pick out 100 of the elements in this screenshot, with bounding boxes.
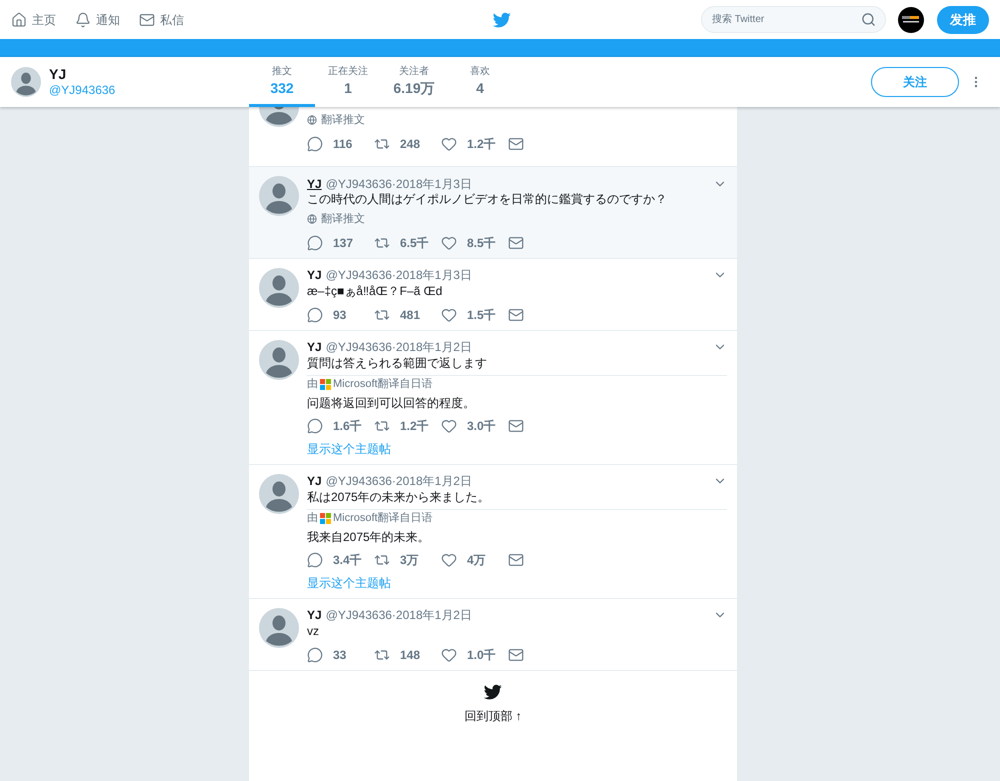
tweet-text: この時代の人間はゲイポルノビデオを日常的に鑑賞するのですか？ [307,191,668,208]
nav-link[interactable]: 通知 [75,10,120,28]
translated-text: 问题将返回到可以回答的程度。 [307,394,476,410]
action-count: 3.0千 [467,418,496,434]
message-icon[interactable] [508,306,524,322]
action-count: 1.5千 [467,306,496,324]
windows-logo-icon [320,378,331,390]
tweet-date[interactable]: ·2018年1月3日 [392,174,472,192]
like-icon[interactable] [441,306,457,322]
translated-text: 我来自2075年的未来。 [307,528,431,544]
message-icon[interactable] [508,552,524,568]
profile-name[interactable]: YJ [49,66,116,82]
globe-icon [307,115,317,126]
home-icon [11,12,27,28]
tweet-date[interactable]: ·2018年1月2日 [392,472,472,490]
compose-button[interactable]: 发推 [937,6,989,34]
bell-icon [75,12,91,28]
message-icon[interactable] [508,136,524,152]
show-thread-link[interactable]: 显示这个主题帖 [307,440,727,456]
tweet-date[interactable]: ·2018年1月2日 [392,338,472,356]
avatar-icon [259,474,299,514]
action-count: 116 [333,136,352,152]
action-count: 3万 [400,552,419,568]
nav-link[interactable]: 主页 [11,10,56,28]
like-icon[interactable] [441,646,457,662]
like-icon[interactable] [441,418,457,434]
nav-link[interactable]: 私信 [139,10,184,28]
mail-icon [139,12,155,28]
profile-avatar-icon[interactable] [898,6,924,32]
tweet-card[interactable]: YJ @YJ943636·2018年1月2日 質問は答えられる範囲で返します 由 Microsoft翻译自日语 问题将返回到可以回答的程度。 1.6千 1.2千 3.0千 显示这个主题帖 [249,330,737,464]
tweet-handle: @YJ943636 [326,473,392,490]
tweet-handle: @YJ943636 [326,339,392,356]
tweet-card[interactable]: YJ @YJ943636·2018年1月3日 この時代の人間はゲイポルノビデオを日常的に鑑賞するのですか？ 翻译推文 137 6.5千 8.5千 [249,167,737,258]
action-count: 1.0千 [467,646,496,664]
action-count: 3.4千 [333,552,362,568]
globe-icon [307,214,317,224]
action-count: 8.5千 [467,234,496,252]
search-field[interactable]: 搜索 Twitter [701,6,886,33]
profile-stat-tab[interactable]: 喜欢 4 [447,57,513,107]
action-count: 4万 [467,552,486,568]
action-count: 481 [400,306,420,324]
back-to-top-link[interactable]: 回到顶部 ↑ [464,706,522,724]
action-count: 1.2千 [467,136,496,152]
tweet-handle: @YJ943636 [326,267,392,284]
reply-icon[interactable] [307,418,323,434]
avatar-icon [259,608,299,648]
tweet-text: æ–‡ç■ぁå‼åŒ？F–ã Œd [307,282,444,300]
action-count: 33 [333,646,346,664]
tweet-author[interactable]: YJ [307,266,322,284]
reply-icon[interactable] [307,552,323,568]
show-thread-link[interactable]: 显示这个主题帖 [307,574,727,590]
tweet-author[interactable]: YJ [307,174,322,192]
like-icon[interactable] [441,552,457,568]
profile-handle[interactable]: @YJ943636 [49,82,116,98]
avatar-icon [11,67,41,97]
translation-prefix: 由 [307,510,318,526]
avatar-icon [259,340,299,380]
tweet-text: 私は2075年の未来から来ました。 [307,488,491,506]
profile-stat-tab[interactable]: 关注者 6.19万 [381,57,447,107]
tweet-card[interactable]: YJ @YJ943636·2018年1月2日 vz 33 148 1.0千 [249,598,737,670]
windows-logo-icon [320,512,331,524]
tweet-card[interactable]: YJ @YJ943636·2018年1月3日 æ–‡ç■ぁå‼åŒ？F–ã Œd 93 481 1.5千 [249,258,737,330]
action-count: 1.6千 [333,418,362,434]
message-icon[interactable] [508,234,524,250]
tweet-card[interactable]: YJ @YJ943636·2018年1月2日 私は2075年の未来から来ました。 由 Microsoft翻译自日语 我来自2075年的未来。 3.4千 3万 4万 显示这个主题帖 [249,464,737,598]
action-count: 137 [333,234,354,252]
message-icon[interactable] [508,418,524,434]
tweet-handle: @YJ943636 [326,176,392,192]
action-count: 248 [400,136,420,152]
tweet-date[interactable]: ·2018年1月2日 [392,606,472,624]
translation-source: Microsoft翻译自日语 [333,510,433,526]
search-icon[interactable] [861,12,876,27]
action-count: 6.5千 [400,234,429,252]
translation-prefix: 由 [307,376,318,392]
tweet-handle: @YJ943636 [326,607,392,624]
profile-stat-tab[interactable]: 正在关注 1 [315,57,381,107]
tweet-date[interactable]: ·2018年1月3日 [392,266,472,284]
reply-icon[interactable] [307,646,323,662]
tweet-text: vz [307,622,320,640]
tweet-author[interactable]: YJ [307,338,322,356]
follow-button[interactable]: 关注 [871,67,959,97]
tweet-author[interactable]: YJ [307,472,322,490]
bird-logo-icon[interactable] [493,10,511,28]
translate-link[interactable]: 翻译推文 [321,112,365,128]
tweet-text: 質問は答えられる範囲で返します [307,354,488,372]
reply-icon[interactable] [307,136,323,152]
like-icon[interactable] [441,234,457,250]
message-icon[interactable] [508,646,524,662]
avatar-icon [259,176,299,216]
translation-source: Microsoft翻译自日语 [333,376,433,392]
reply-icon[interactable] [307,306,323,322]
action-count: 93 [333,306,346,324]
reply-icon[interactable] [307,234,323,250]
tweet-author[interactable]: YJ [307,606,322,624]
avatar-icon [259,268,299,308]
like-icon[interactable] [441,136,457,152]
action-count: 148 [400,646,420,664]
bird-logo-icon [484,682,502,700]
translate-link[interactable]: 翻译推文 [321,211,365,228]
action-count: 1.2千 [400,418,429,434]
